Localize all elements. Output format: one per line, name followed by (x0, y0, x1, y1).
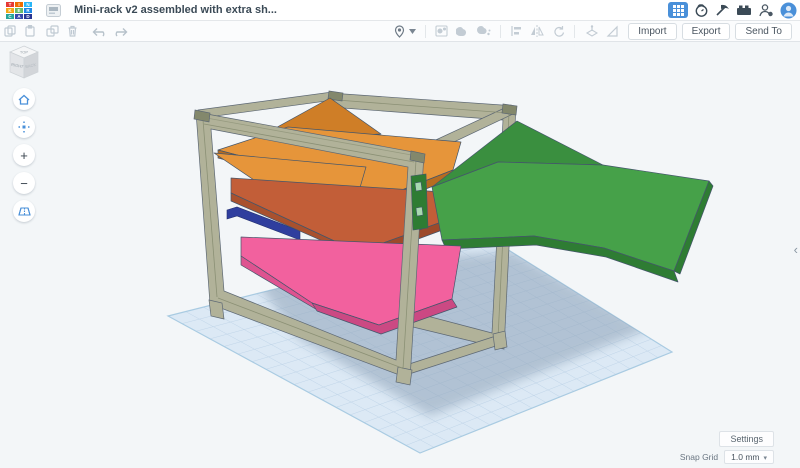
viewcube-top-label: TOP (20, 50, 28, 55)
note-pin-caret-icon[interactable] (409, 28, 417, 34)
minecraft-pickaxe-icon[interactable] (715, 3, 730, 18)
paste-icon[interactable] (24, 25, 36, 37)
svg-text:N: N (26, 2, 29, 7)
snap-grid-control: Snap Grid 1.0 mm ▾ (680, 450, 774, 464)
redo-icon[interactable] (114, 26, 128, 37)
post-foot (492, 330, 508, 351)
duplicate-icon[interactable] (46, 25, 59, 37)
zoom-out-button[interactable]: − (13, 172, 35, 194)
tinkercad-logo[interactable]: TIN KER CAD (6, 1, 32, 19)
sim-lab-icon[interactable] (694, 3, 709, 18)
workplane-icon[interactable] (584, 25, 599, 37)
send-to-button[interactable]: Send To (735, 22, 792, 40)
flip-icon[interactable] (530, 25, 545, 37)
design-thumbnail-icon[interactable] (46, 3, 61, 17)
settings-button[interactable]: Settings (719, 431, 774, 447)
dropdown-caret-icon: ▾ (763, 455, 767, 462)
bricks-icon[interactable] (736, 4, 752, 16)
post-cap (501, 103, 518, 116)
export-button[interactable]: Export (681, 22, 731, 40)
home-view-button[interactable] (13, 88, 35, 110)
plate-hole (414, 181, 423, 192)
app-header: TIN KER CAD Mini-rack v2 assembled with … (0, 0, 800, 21)
design-title[interactable]: Mini-rack v2 assembled with extra sh... (74, 4, 277, 16)
group-icon[interactable] (456, 26, 469, 37)
perspective-toggle-button[interactable] (13, 200, 35, 222)
ungroup-icon[interactable] (477, 25, 491, 37)
ruler-icon[interactable] (606, 25, 619, 37)
panel-collapse-handle[interactable]: ‹ (794, 242, 798, 257)
show-all-icon[interactable] (435, 25, 448, 37)
plate-hole (415, 206, 424, 217)
snap-grid-dropdown[interactable]: 1.0 mm ▾ (724, 450, 774, 464)
rotate-icon[interactable] (552, 25, 565, 37)
delete-icon[interactable] (67, 25, 78, 37)
snap-grid-label: Snap Grid (679, 452, 719, 462)
undo-icon[interactable] (92, 26, 106, 37)
copy-icon[interactable] (4, 25, 16, 37)
svg-text:T: T (9, 2, 12, 7)
align-icon[interactable] (510, 25, 522, 37)
post-foot (208, 299, 225, 320)
svg-text:E: E (17, 8, 20, 13)
green-mounting-plate[interactable] (410, 173, 429, 231)
fit-view-button[interactable] (13, 116, 35, 138)
collaborate-icon[interactable] (758, 3, 774, 17)
3d-viewport[interactable] (0, 0, 800, 468)
blocks-grid-icon[interactable] (668, 2, 688, 18)
view-controls: TOP RIGHT BACK + − (6, 44, 42, 228)
view-cube[interactable]: TOP RIGHT BACK (7, 44, 41, 82)
svg-text:I: I (18, 2, 19, 7)
zoom-in-button[interactable]: + (13, 144, 35, 166)
user-avatar[interactable] (780, 2, 797, 19)
edit-toolbar: Import Export Send To (0, 21, 800, 42)
import-button[interactable]: Import (628, 22, 677, 40)
post-foot (395, 366, 413, 386)
note-pin-icon[interactable] (394, 24, 405, 38)
